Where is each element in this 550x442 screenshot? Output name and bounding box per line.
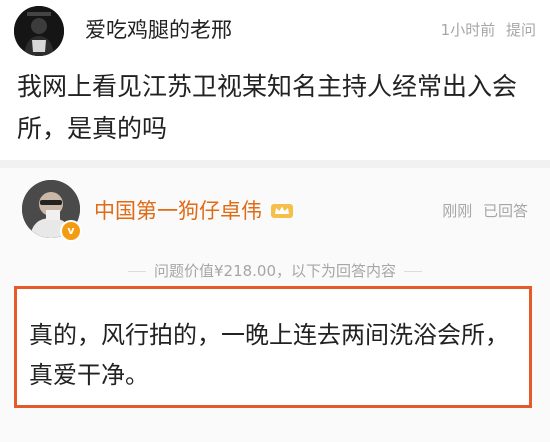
crown-vip-icon	[271, 204, 293, 218]
price-note-left-rule	[127, 271, 146, 272]
verified-badge-icon: v	[60, 220, 82, 242]
answer-text: 真的，风行拍的，一晚上连去两间洗浴会所，真爱干净。	[29, 321, 509, 389]
asker-avatar-image	[14, 6, 64, 56]
asker-name[interactable]: 爱吃鸡腿的老邢	[85, 14, 232, 44]
answerer-name[interactable]: 中国第一狗仔卓伟	[94, 199, 262, 223]
question-time: 1小时前	[440, 21, 496, 39]
section-divider	[0, 160, 550, 168]
answer-status: 已回答	[482, 202, 528, 220]
answerer-name-row: 中国第一狗仔卓伟	[94, 195, 294, 225]
answer-meta: 刚刚 已回答	[436, 200, 528, 221]
question-card: 爱吃鸡腿的老邢 1小时前 提问 我网上看见江苏卫视某知名主持人经常出入会所，是真…	[0, 0, 550, 160]
question-action: 提问	[505, 21, 536, 39]
answer-highlight-box: 真的，风行拍的，一晚上连去两间洗浴会所，真爱干净。	[14, 286, 532, 408]
price-note-right-rule	[404, 271, 423, 272]
answer-card: v 中国第一狗仔卓伟 刚刚 已回答 问题价值¥218.00，以下为回答内容 真的…	[0, 168, 550, 442]
price-note: 问题价值¥218.00，以下为回答内容	[153, 262, 397, 280]
question-meta: 1小时前 提问	[435, 19, 536, 40]
asker-avatar[interactable]	[14, 6, 64, 56]
price-note-row: 问题价值¥218.00，以下为回答内容	[0, 260, 550, 281]
answer-time: 刚刚	[442, 202, 473, 220]
question-text: 我网上看见江苏卫视某知名主持人经常出入会所，是真的吗	[17, 72, 518, 143]
